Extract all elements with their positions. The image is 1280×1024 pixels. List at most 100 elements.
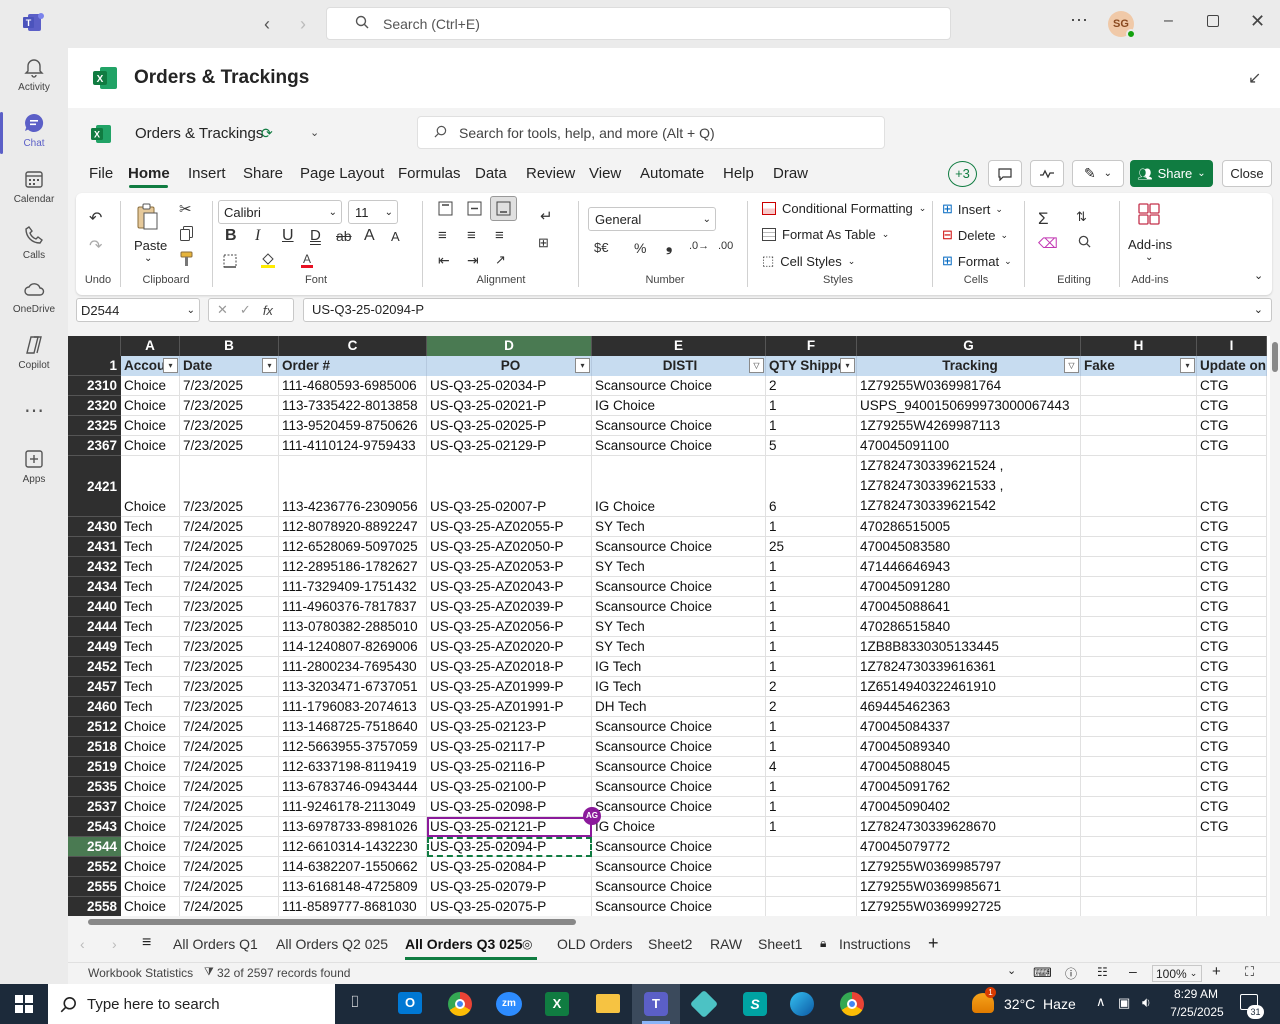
table-cell[interactable]: 470045091280 xyxy=(857,577,1081,597)
table-cell[interactable]: 7/24/2025 xyxy=(180,877,279,897)
menu-help[interactable]: Help xyxy=(723,165,754,182)
rail-more-icon[interactable]: ⋯ xyxy=(0,398,68,423)
table-cell[interactable]: 4 xyxy=(766,757,857,777)
table-cell[interactable]: 7/23/2025 xyxy=(180,617,279,637)
close-button[interactable]: Close xyxy=(1222,160,1272,187)
table-cell[interactable]: US-Q3-25-02094-P xyxy=(427,837,592,857)
table-cell[interactable]: Scansource Choice xyxy=(592,376,766,396)
taskbar-search-input[interactable]: Type here to search xyxy=(48,984,335,1024)
chrome-icon[interactable] xyxy=(448,992,472,1016)
table-cell[interactable] xyxy=(1081,537,1197,557)
table-cell[interactable] xyxy=(1081,637,1197,657)
all-sheets-icon[interactable]: ≡ xyxy=(142,934,151,952)
table-cell[interactable]: CTG xyxy=(1197,717,1267,737)
increase-indent-icon[interactable]: ⇥ xyxy=(467,252,479,269)
formula-input[interactable]: US-Q3-25-02094-P ⌄ xyxy=(303,298,1272,322)
table-cell[interactable]: 7/24/2025 xyxy=(180,837,279,857)
table-cell[interactable]: Scansource Choice xyxy=(592,777,766,797)
row-header[interactable]: 2519 xyxy=(68,757,121,777)
row-header[interactable]: 2518 xyxy=(68,737,121,757)
spreadsheet-grid[interactable]: A B C D E F G H I 1 Accou Date Order # PO DISTI QTY Shi… xyxy=(68,336,1270,916)
column-header-c[interactable]: C xyxy=(279,336,427,356)
more-options-icon[interactable]: ⋯ xyxy=(1070,10,1088,31)
next-sheet-icon[interactable]: › xyxy=(112,936,117,952)
table-cell[interactable]: CTG xyxy=(1197,797,1267,817)
row-header[interactable]: 2430 xyxy=(68,517,121,537)
table-cell[interactable]: 1 xyxy=(766,777,857,797)
table-cell[interactable]: Choice xyxy=(121,837,180,857)
menu-data[interactable]: Data xyxy=(475,165,507,182)
excel-search-input[interactable]: Search for tools, help, and more (Alt + … xyxy=(417,116,885,149)
minimize-window-icon[interactable]: – xyxy=(1164,12,1173,30)
table-cell[interactable]: US-Q3-25-02007-P xyxy=(427,456,592,517)
table-cell[interactable]: 113-6978733-8981026 xyxy=(279,817,427,837)
back-arrow-icon[interactable]: ‹ xyxy=(264,14,270,35)
table-cell[interactable]: CTG xyxy=(1197,436,1267,456)
sheet-tab-all-orders-q2[interactable]: All Orders Q2 025 xyxy=(276,936,388,952)
table-cell[interactable]: US-Q3-25-AZ02039-P xyxy=(427,597,592,617)
table-cell[interactable]: 1Z6514940322461910 xyxy=(857,677,1081,697)
app-icon[interactable] xyxy=(689,989,719,1019)
table-cell[interactable]: 470045088641 xyxy=(857,597,1081,617)
table-cell[interactable] xyxy=(1197,857,1267,877)
row-header[interactable]: 2444 xyxy=(68,617,121,637)
rail-item-calendar[interactable]: Calendar xyxy=(0,168,68,205)
title-dropdown-icon[interactable]: ⌄ xyxy=(310,126,319,139)
sheet-tab-sheet1[interactable]: Sheet1 xyxy=(758,936,802,952)
table-cell[interactable]: Choice xyxy=(121,897,180,916)
table-cell[interactable]: Choice xyxy=(121,757,180,777)
table-cell[interactable]: 7/23/2025 xyxy=(180,637,279,657)
table-cell[interactable] xyxy=(1081,717,1197,737)
table-cell[interactable]: 1Z79255W0369985797 xyxy=(857,857,1081,877)
sheet-tab-instructions[interactable]: Instructions xyxy=(839,936,911,952)
table-cell[interactable]: 470286515005 xyxy=(857,517,1081,537)
table-cell[interactable]: 470286515840 xyxy=(857,617,1081,637)
table-cell[interactable]: US-Q3-25-02084-P xyxy=(427,857,592,877)
table-cell[interactable] xyxy=(766,897,857,916)
workbook-statistics[interactable]: Workbook Statistics xyxy=(88,966,193,980)
expand-formula-icon[interactable]: ⌄ xyxy=(1254,299,1263,321)
menu-review[interactable]: Review xyxy=(526,165,575,182)
table-cell[interactable]: 114-1240807-8269006 xyxy=(279,637,427,657)
table-cell[interactable]: Scansource Choice xyxy=(592,416,766,436)
row-header[interactable]: 2512 xyxy=(68,717,121,737)
paste-icon[interactable] xyxy=(132,203,162,231)
align-center-icon[interactable]: ≡ xyxy=(467,227,476,244)
row-header[interactable]: 2555 xyxy=(68,877,121,897)
table-cell[interactable]: 111-1796083-2074613 xyxy=(279,697,427,717)
table-cell[interactable]: 7/24/2025 xyxy=(180,777,279,797)
borders-icon[interactable] xyxy=(223,254,237,268)
table-cell[interactable]: 7/24/2025 xyxy=(180,717,279,737)
table-cell[interactable]: 6 xyxy=(766,456,857,517)
table-cell[interactable]: 7/23/2025 xyxy=(180,597,279,617)
table-cell[interactable]: 1Z79255W0369992725 xyxy=(857,897,1081,916)
table-cell[interactable]: 112-6337198-8119419 xyxy=(279,757,427,777)
table-cell[interactable]: 113-0780382-2885010 xyxy=(279,617,427,637)
collaborators-count[interactable]: +3 xyxy=(948,161,977,187)
table-cell[interactable]: US-Q3-25-02021-P xyxy=(427,396,592,416)
table-cell[interactable]: US-Q3-25-02100-P xyxy=(427,777,592,797)
filter-dropdown-icon[interactable]: ▾ xyxy=(1180,358,1195,373)
double-underline-icon[interactable]: D xyxy=(310,227,321,244)
table-cell[interactable]: Scansource Choice xyxy=(592,577,766,597)
cut-icon[interactable]: ✂ xyxy=(179,200,192,218)
column-header-d[interactable]: D xyxy=(427,336,592,356)
table-cell[interactable]: 1ZB8B8330305133445 xyxy=(857,637,1081,657)
table-cell[interactable]: US-Q3-25-02079-P xyxy=(427,877,592,897)
table-cell[interactable]: 112-8078920-8892247 xyxy=(279,517,427,537)
table-cell[interactable]: 25 xyxy=(766,537,857,557)
percent-icon[interactable]: % xyxy=(634,240,646,256)
table-cell[interactable]: 7/24/2025 xyxy=(180,557,279,577)
table-cell[interactable]: CTG xyxy=(1197,757,1267,777)
table-header-cell[interactable]: Tracking xyxy=(857,356,1081,376)
table-cell[interactable]: Tech xyxy=(121,617,180,637)
table-cell[interactable]: Scansource Choice xyxy=(592,857,766,877)
table-cell[interactable]: 2 xyxy=(766,677,857,697)
table-cell[interactable]: CTG xyxy=(1197,617,1267,637)
ribbon-collapse-icon[interactable]: ⌄ xyxy=(1254,269,1263,282)
table-cell[interactable]: 7/24/2025 xyxy=(180,897,279,916)
table-cell[interactable]: CTG xyxy=(1197,637,1267,657)
table-cell[interactable]: IG Choice xyxy=(592,456,766,517)
teams-logo-icon[interactable]: T xyxy=(22,12,46,34)
table-cell[interactable]: SY Tech xyxy=(592,557,766,577)
